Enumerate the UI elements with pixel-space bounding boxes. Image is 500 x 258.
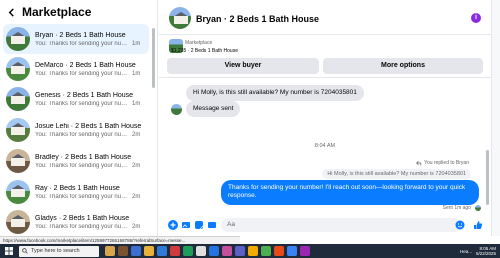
listing-thumbnail bbox=[6, 180, 30, 204]
outgoing-message: Thanks for sending your number! I'll rea… bbox=[221, 180, 479, 205]
chat-panel: Bryan · 2 Beds 1 Bath House i Marketplac… bbox=[159, 0, 491, 236]
conversation-snippet: You: Thanks for sending your numb... bbox=[35, 162, 129, 169]
taskbar-app-icon[interactable] bbox=[248, 246, 258, 256]
windows-start-icon[interactable] bbox=[3, 244, 15, 258]
browser-side-strip bbox=[491, 0, 500, 236]
incoming-message: Message sent bbox=[186, 101, 241, 118]
listing-thumbnail bbox=[6, 118, 30, 142]
message-timestamp: 8:04 AM bbox=[314, 143, 336, 149]
conversation-time: 2m bbox=[132, 162, 141, 169]
chat-scrollbar[interactable] bbox=[486, 150, 489, 205]
image-icon[interactable] bbox=[180, 219, 191, 230]
clock[interactable]: 8:05 AM 5/22/2025 bbox=[476, 246, 496, 256]
chrome-icon[interactable] bbox=[196, 246, 206, 256]
taskbar-app-icon[interactable] bbox=[261, 246, 271, 256]
taskbar-search-placeholder: Type here to search bbox=[31, 248, 80, 254]
taskbar-app-icon[interactable] bbox=[131, 246, 141, 256]
taskbar-app-icon[interactable] bbox=[235, 246, 245, 256]
taskbar-app-icon[interactable] bbox=[209, 246, 219, 256]
taskbar-app-icon[interactable] bbox=[287, 246, 297, 256]
conversation-time: 2m bbox=[132, 193, 141, 200]
listing-thumbnail bbox=[6, 210, 30, 234]
emoji-icon[interactable] bbox=[454, 219, 465, 230]
taskbar-app-icon[interactable] bbox=[222, 246, 232, 256]
conversation-snippet: You: Thanks for sending your numb... bbox=[35, 193, 129, 200]
conversation-name: Genesis · 2 Beds 1 Bath House bbox=[35, 91, 134, 99]
windows-taskbar: Type here to search Hea... 8:05 AM 5/22/… bbox=[0, 244, 500, 258]
taskbar-app-icon[interactable] bbox=[157, 246, 167, 256]
conversation-snippet: You: Thanks for sending your numb... bbox=[35, 223, 129, 230]
status-url: https://www.facebook.com/marketplace/ite… bbox=[0, 236, 240, 244]
sticker-icon[interactable] bbox=[193, 219, 204, 230]
taskbar-app-icon[interactable] bbox=[274, 246, 284, 256]
listing-thumbnail bbox=[6, 87, 30, 111]
conversation-time: 1m bbox=[132, 100, 141, 107]
conversation-time: 2m bbox=[132, 131, 141, 138]
conversation-item[interactable]: Bradley · 2 Beds 1 Bath House You: Thank… bbox=[3, 146, 149, 176]
message-input[interactable]: Aa bbox=[221, 218, 461, 232]
seen-avatar bbox=[475, 205, 481, 211]
message-composer: Aa bbox=[159, 215, 491, 235]
view-buyer-button[interactable]: View buyer bbox=[167, 58, 319, 74]
taskbar-app-icon[interactable] bbox=[170, 246, 180, 256]
conversation-snippet: You: Thanks for sending your numb... bbox=[35, 40, 129, 47]
taskbar-app-icon[interactable] bbox=[183, 246, 193, 256]
conversation-item[interactable]: Ray · 2 Beds 1 Bath House You: Thanks fo… bbox=[3, 177, 149, 207]
weather-label[interactable]: Hea... bbox=[460, 249, 472, 254]
conversation-snippet: You: Thanks for sending your numb... bbox=[35, 70, 129, 77]
conversation-item[interactable]: Josue Lehi · 2 Beds 1 Bath House You: Th… bbox=[3, 115, 149, 145]
conversation-item[interactable]: Gladys · 2 Beds 1 Bath House You: Thanks… bbox=[3, 207, 149, 236]
conversation-snippet: You: Thanks for sending your numb... bbox=[35, 131, 129, 138]
taskbar-app-icon[interactable] bbox=[118, 246, 128, 256]
chat-title[interactable]: Bryan · 2 Beds 1 Bath House bbox=[196, 14, 319, 24]
listing-thumbnail bbox=[6, 149, 30, 173]
conversation-list-panel: Marketplace Bryan · 2 Beds 1 Bath House … bbox=[0, 0, 158, 236]
more-options-button[interactable]: More options bbox=[323, 58, 483, 74]
clock-date: 5/22/2025 bbox=[475, 251, 496, 256]
search-icon bbox=[22, 248, 28, 254]
incoming-message: Hi Molly, is this still available? My nu… bbox=[186, 85, 364, 102]
conversation-item[interactable]: DeMarco · 2 Beds 1 Bath House You: Thank… bbox=[3, 54, 149, 84]
chat-header: Bryan · 2 Beds 1 Bath House i bbox=[159, 0, 491, 35]
system-tray: Hea... 8:05 AM 5/22/2025 bbox=[460, 244, 496, 258]
file-explorer-icon[interactable] bbox=[144, 246, 154, 256]
taskbar-app-icon[interactable] bbox=[105, 246, 115, 256]
left-header: Marketplace bbox=[0, 0, 157, 24]
conversation-name: DeMarco · 2 Beds 1 Bath House bbox=[35, 61, 136, 69]
conversation-item[interactable]: Bryan · 2 Beds 1 Bath House You: Thanks … bbox=[3, 24, 149, 54]
sender-avatar bbox=[171, 104, 182, 115]
quoted-message: Hi Molly, is this still available? My nu… bbox=[322, 169, 471, 179]
thumbs-up-icon[interactable] bbox=[472, 219, 483, 230]
panel-title: Marketplace bbox=[22, 5, 92, 19]
gif-icon[interactable] bbox=[206, 219, 217, 230]
conversation-name: Gladys · 2 Beds 1 Bath House bbox=[35, 214, 130, 222]
plus-icon[interactable] bbox=[167, 219, 178, 230]
left-scrollbar[interactable] bbox=[152, 28, 155, 88]
conversation-name: Josue Lehi · 2 Beds 1 Bath House bbox=[35, 122, 142, 130]
info-icon[interactable]: i bbox=[471, 13, 481, 23]
conversation-time: 1m bbox=[132, 70, 141, 77]
chat-avatar[interactable] bbox=[169, 7, 191, 29]
listing-thumbnail bbox=[6, 27, 30, 51]
conversation-item[interactable]: Genesis · 2 Beds 1 Bath House You: Thank… bbox=[3, 84, 149, 114]
taskbar-app-icon[interactable] bbox=[300, 246, 310, 256]
conversation-name: Bryan · 2 Beds 1 Bath House bbox=[35, 31, 126, 39]
reply-icon bbox=[416, 160, 422, 166]
conversation-time: 1m bbox=[132, 40, 141, 47]
conversation-snippet: You: Thanks for sending your numb... bbox=[35, 100, 129, 107]
conversation-name: Bradley · 2 Beds 1 Bath House bbox=[35, 153, 132, 161]
sent-status: Sent 1m ago bbox=[442, 205, 471, 211]
reply-label: You replied to Bryan bbox=[424, 160, 469, 166]
listing-label: Marketplace bbox=[185, 40, 213, 46]
conversation-name: Ray · 2 Beds 1 Bath House bbox=[35, 184, 120, 192]
back-arrow-icon[interactable] bbox=[4, 5, 18, 19]
reply-indicator: You replied to Bryan bbox=[416, 160, 469, 166]
listing-price: $1,235 · 2 Beds 1 Bath House bbox=[171, 48, 238, 54]
conversation-time: 2m bbox=[132, 223, 141, 230]
taskbar-search[interactable]: Type here to search bbox=[19, 245, 99, 257]
listing-thumbnail bbox=[6, 57, 30, 81]
